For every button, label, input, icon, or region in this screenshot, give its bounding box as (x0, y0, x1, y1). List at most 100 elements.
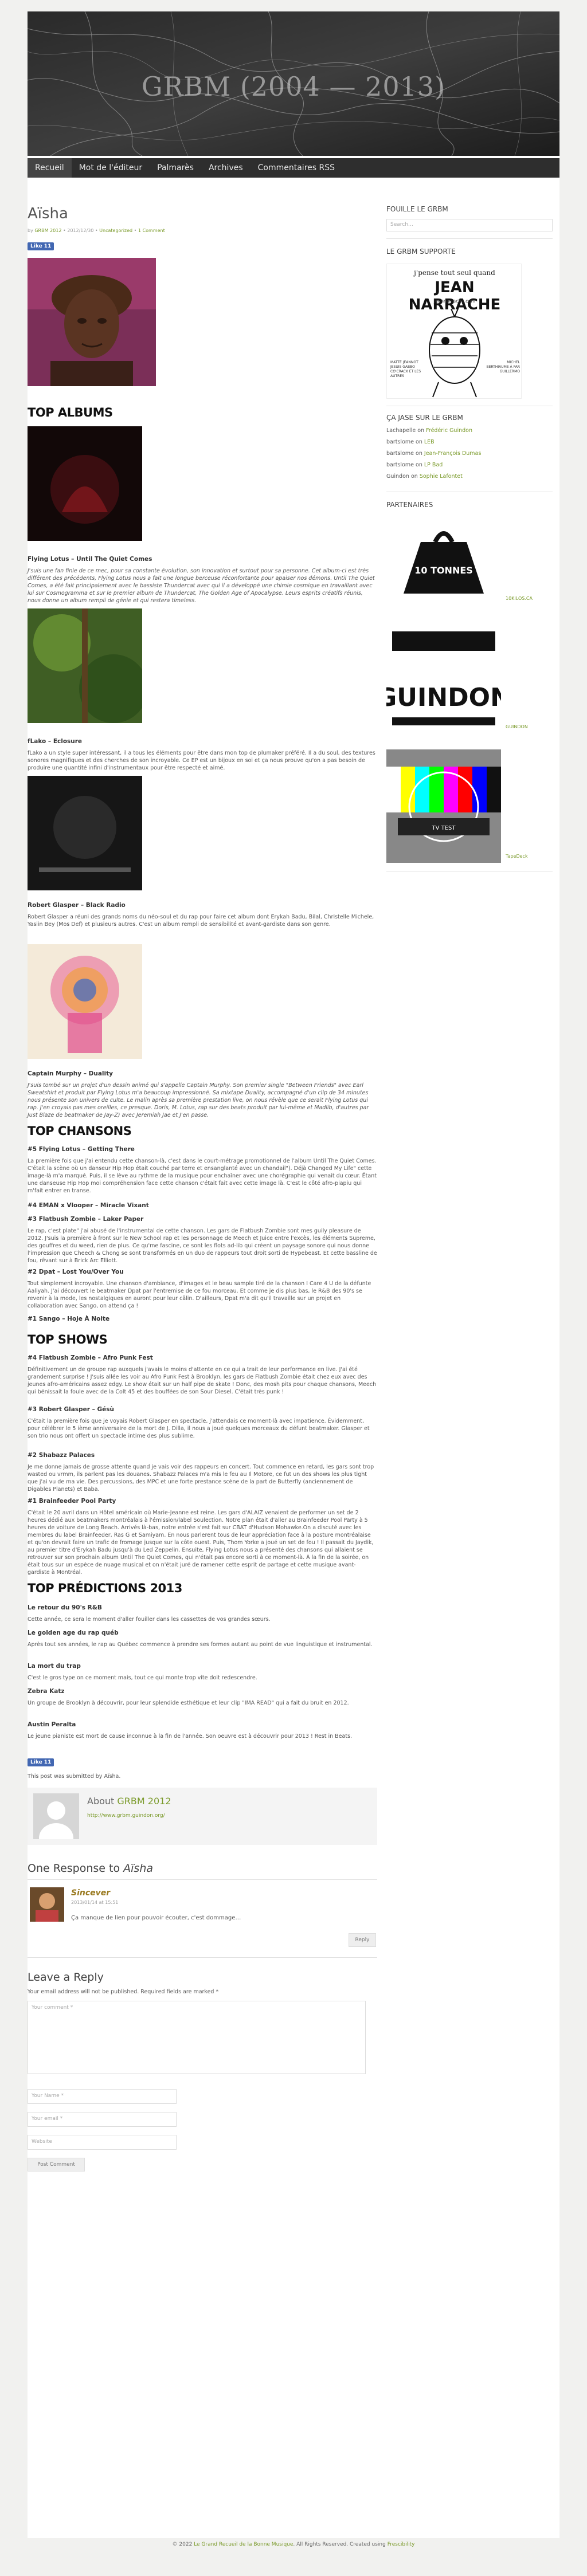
prediction-text: Le jeune pianiste est mort de cause inco… (28, 1733, 353, 1739)
reply-note: Your email address will not be published… (28, 1989, 219, 1995)
footer-theme-link[interactable]: Frescibility (388, 2542, 415, 2547)
partner-logo-guindon[interactable]: GUINDON (376, 626, 511, 735)
jean-narrache-poster[interactable]: j'pense tout seul quand JEAN NARRACHE je… (386, 264, 522, 399)
like-wrap: Like 11 (28, 242, 54, 250)
commenter-avatar (30, 1887, 64, 1922)
album-title: Captain Murphy – Duality (28, 1070, 113, 1077)
like-wrap-bottom: Like 11 (28, 1758, 54, 1766)
comment-date[interactable]: 2013/01/14 at 15:51 (71, 1900, 118, 1905)
post-title: Aïsha (28, 205, 68, 222)
widget-title-search: FOUILLE LE GRBM (386, 205, 448, 213)
album-cover-flako[interactable] (28, 608, 142, 723)
section-top-predictions: TOP PRÉDICTIONS 2013 (28, 1581, 182, 1595)
song-title: #1 Sango – Hoje À Noite (28, 1316, 110, 1322)
comment-target-link[interactable]: Frédéric Guindon (426, 427, 472, 434)
author-website-link[interactable]: http://www.grbm.guindon.org/ (87, 1813, 165, 1819)
comment-who: Lachapelle (386, 427, 416, 434)
comment-on: on (416, 450, 422, 457)
comment-who: Guindon (386, 473, 409, 480)
reply-button[interactable]: Reply (349, 1933, 376, 1947)
post-comment-button[interactable]: Post Comment (28, 2158, 85, 2171)
meta-date: • 2012/12/30 • (62, 228, 98, 233)
comment-on: on (416, 439, 422, 445)
about-label: About (87, 1796, 115, 1807)
website-input[interactable]: Website (28, 2135, 177, 2150)
comment-target-link[interactable]: Sophie Lafontet (420, 473, 463, 480)
song-text: Tout simplement incroyable. Une chanson … (28, 1281, 371, 1309)
partner-logo-text: TV TEST (431, 825, 456, 831)
prediction-title: Zebra Katz (28, 1688, 65, 1695)
prediction-title: Austin Peralta (28, 1721, 76, 1728)
song-text: La première fois que j'ai entendu cette … (28, 1158, 377, 1194)
author-avatar (33, 1793, 79, 1853)
site-title[interactable]: GRBM (2004 — 2013) (28, 71, 559, 102)
sidebar-search-input[interactable]: Search… (386, 219, 553, 231)
show-title: #4 Flatbush Zombie – Afro Punk Fest (28, 1354, 153, 1361)
partner-logo-text: GUINDON (386, 683, 501, 712)
responses-heading: One Response to Aïsha (28, 1862, 153, 1875)
footer-site-link[interactable]: Le Grand Recueil de la Bonne Musique (194, 2542, 293, 2547)
section-top-albums: TOP ALBUMS (28, 406, 113, 419)
comment-on: on (416, 462, 422, 468)
recent-comment: Lachapelle on Frédéric Guindon (386, 427, 556, 434)
section-top-chansons: TOP CHANSONS (28, 1124, 132, 1138)
about-author-link[interactable]: GRBM 2012 (117, 1796, 171, 1807)
song-title: #2 Dpat – Lost You/Over You (28, 1269, 124, 1275)
comment-target-link[interactable]: LP Bad (424, 462, 443, 468)
recent-comment: bartslome on LEB (386, 439, 556, 445)
nav-item-recueil[interactable]: Recueil (28, 158, 72, 178)
prediction-title: Le golden age du rap québ (28, 1629, 119, 1636)
album-text: fLako a un style super intéressant, il a… (28, 750, 375, 771)
prediction-text: C'est le gros type on ce moment mais, to… (28, 1675, 257, 1681)
submitted-note: This post was submitted by Aïsha. (28, 1773, 121, 1780)
facebook-like-button[interactable]: Like 11 (28, 242, 54, 250)
partner-logo-10kilos[interactable]: 10 TONNES (386, 519, 501, 605)
page-container: GRBM (2004 — 2013) Recueil Mot de l'édite… (28, 11, 559, 2538)
masked-face-illustration (429, 308, 480, 398)
reply-heading: Leave a Reply (28, 1971, 104, 1984)
show-title: #1 Brainfeeder Pool Party (28, 1498, 116, 1505)
comment-target-link[interactable]: Jean-François Dumas (424, 450, 481, 457)
comment-textarea[interactable]: Your comment * (28, 2001, 366, 2074)
site-footer: © 2022 Le Grand Recueil de la Bonne Musi… (0, 2542, 587, 2547)
meta-category-link[interactable]: Uncategorized (99, 228, 132, 233)
album-text: Robert Glasper a réuni des grands noms d… (28, 914, 374, 928)
email-input[interactable]: Your email * (28, 2112, 177, 2127)
site-banner[interactable]: GRBM (2004 — 2013) (28, 11, 559, 156)
album-title: fLako – Eclosure (28, 738, 83, 745)
comment-who: bartslome (386, 462, 414, 468)
partner-logo-tapedeck[interactable]: TV TEST (386, 749, 501, 863)
nav-item-archives[interactable]: Archives (201, 158, 251, 178)
song-text: Le rap, c'est plate" j'ai abusé de l'ins… (28, 1228, 377, 1264)
show-text: C'était la première fois que je voyais R… (28, 1418, 370, 1439)
partner-logo-text: 10 TONNES (414, 565, 473, 576)
partner-link[interactable]: 10KILOS.CA (506, 596, 533, 601)
footer-rights: . All Rights Reserved. Created using (293, 2542, 386, 2547)
nav-item-rss[interactable]: Commentaires RSS (251, 158, 342, 178)
song-title: #3 Flatbush Zombie – Laker Paper (28, 1216, 144, 1223)
album-cover-captain-murphy[interactable] (28, 944, 142, 1059)
comment-target-link[interactable]: LEB (424, 439, 435, 445)
nav-item-mot-editeur[interactable]: Mot de l'éditeur (72, 158, 150, 178)
responses-prefix: One Response to (28, 1862, 120, 1875)
featured-photo[interactable] (28, 258, 156, 386)
facebook-like-button-bottom[interactable]: Like 11 (28, 1758, 54, 1766)
name-input[interactable]: Your Name * (28, 2089, 177, 2104)
meta-by: by (28, 228, 33, 233)
meta-author-link[interactable]: GRBM 2012 (34, 228, 61, 233)
comment-author[interactable]: Sincever (71, 1888, 110, 1898)
comment-text: Ça manque de lien pour pouvoir écouter, … (71, 1915, 241, 1921)
meta-comments-link[interactable]: 1 Comment (138, 228, 165, 233)
partner-link[interactable]: TapeDeck (506, 854, 528, 859)
author-heading: About GRBM 2012 (87, 1796, 171, 1807)
album-cover-flying-lotus[interactable] (28, 426, 142, 541)
nav-item-palmares[interactable]: Palmarès (150, 158, 201, 178)
album-cover-robert-glasper[interactable] (28, 776, 142, 890)
prediction-text: Un groupe de Brooklyn à découvrir, pour … (28, 1700, 349, 1706)
comment-who: bartslome (386, 439, 414, 445)
poster-left-credits: MATTÉ JEANNOT JESUIS GABBO CO'CRACK ET L… (390, 360, 421, 378)
comment-on: on (417, 427, 425, 434)
partner-link[interactable]: GUINDON (506, 724, 528, 729)
show-title: #2 Shabazz Palaces (28, 1452, 95, 1459)
album-text: J'suis tombé sur un projet d'un dessin a… (28, 1082, 369, 1118)
